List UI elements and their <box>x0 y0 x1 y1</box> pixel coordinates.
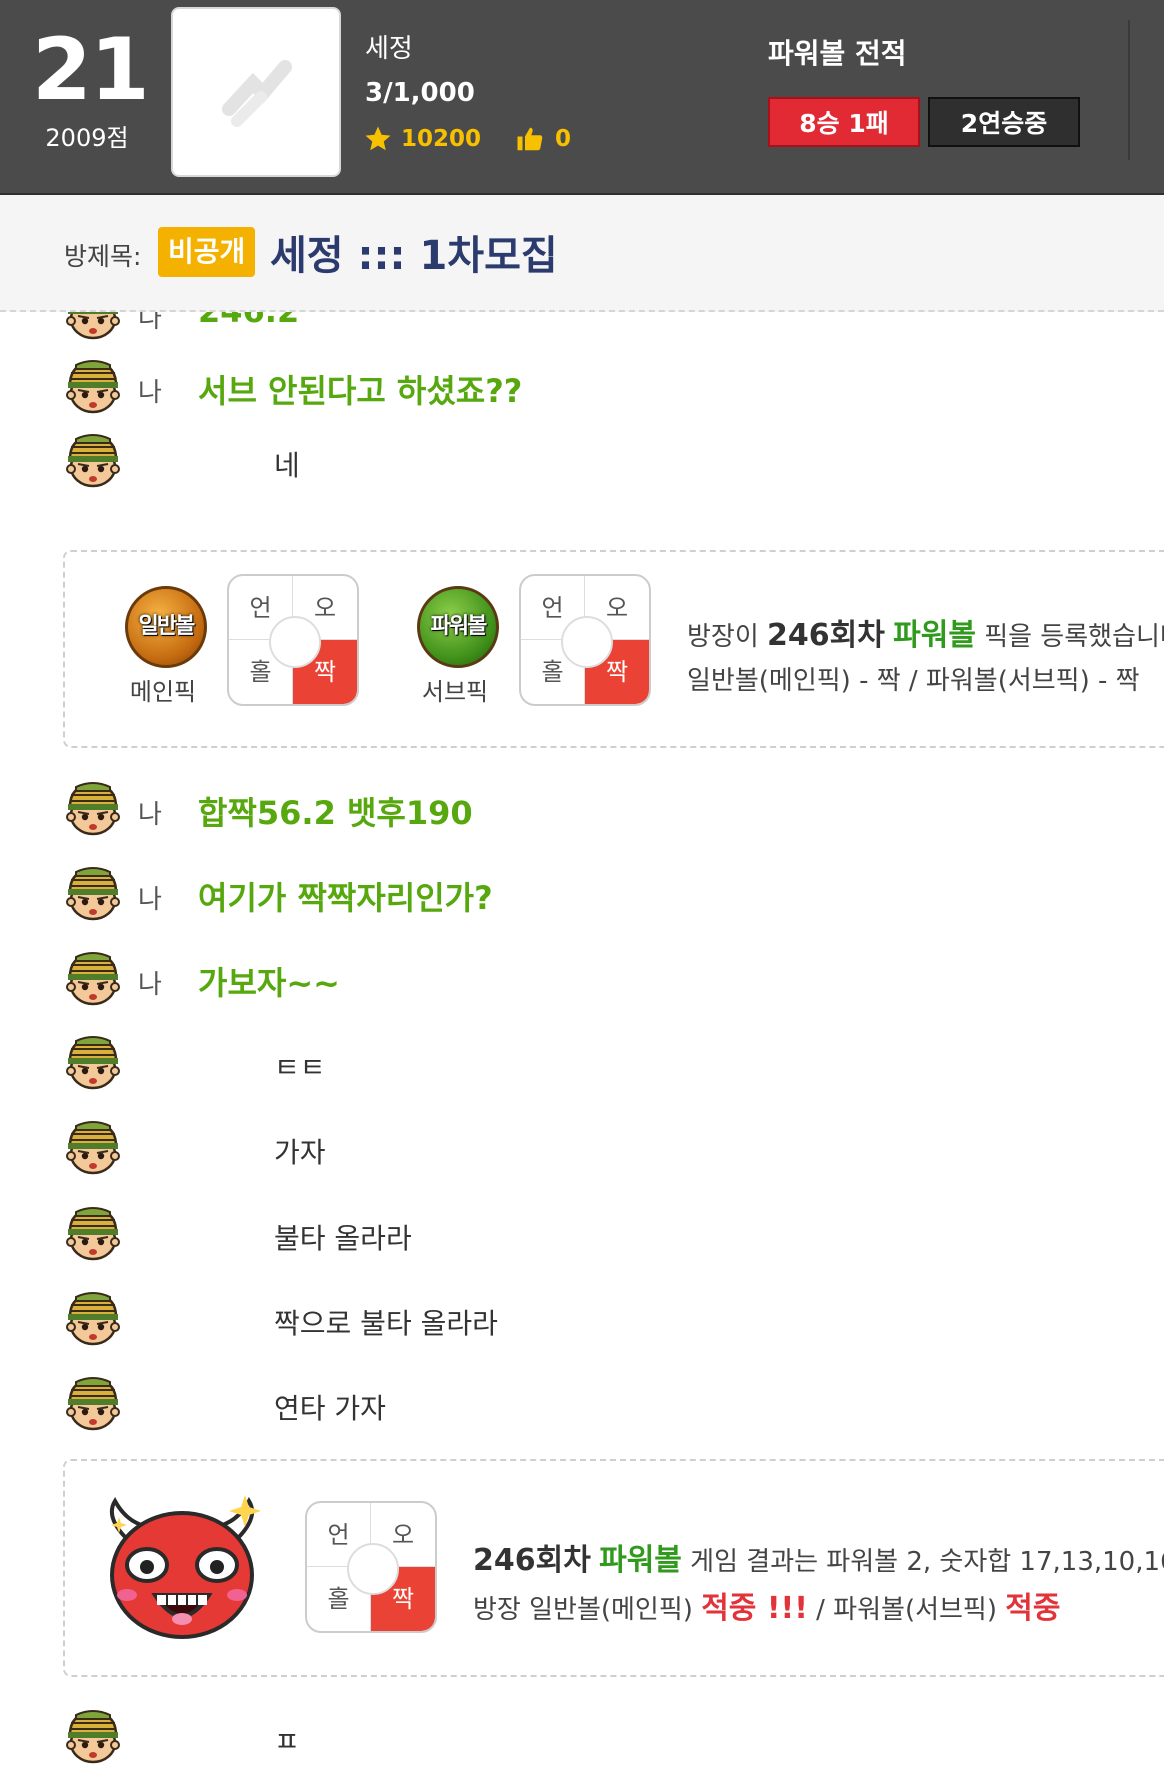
message-text: ㅍ <box>274 1725 300 1758</box>
room-title-label: 방제목: <box>64 242 142 271</box>
profile-header: 21 2009점 세정 3/1,000 10200 0 파워볼 전적 8승 1패… <box>0 0 1164 195</box>
message-text: 네 <box>274 449 300 482</box>
user-avatar-icon[interactable] <box>62 431 124 493</box>
star-count: 10200 <box>401 126 482 152</box>
message-text: ㅌㅌ <box>274 1051 326 1084</box>
normal-ball-icon: 일반볼 <box>125 586 207 668</box>
red-devil-emoticon-icon <box>110 1495 261 1639</box>
chat-message: ㅌㅌ <box>0 1028 1164 1098</box>
user-avatar-icon[interactable] <box>62 1204 124 1266</box>
chat-message: 짝으로 불타 올라라 <box>0 1284 1164 1354</box>
user-avatar-icon[interactable] <box>62 1707 124 1769</box>
chat-message: 나 서브 안된다고 하셨죠?? <box>0 352 1164 422</box>
room-title: 세정 ::: 1차모집 <box>270 233 558 279</box>
user-avatar-icon[interactable] <box>62 312 124 345</box>
user-avatar-icon[interactable] <box>62 357 124 419</box>
main-pick-grid: 언 오 홀 짝 <box>227 574 359 706</box>
chat-message: 나 여기가 짝짝자리인가? <box>0 859 1164 929</box>
member-count: 3/1,000 <box>365 78 475 108</box>
record-title: 파워볼 전적 <box>768 37 907 70</box>
chat-message: ㅍ <box>0 1702 1164 1772</box>
chat-message: 나 246.2 <box>0 312 1164 348</box>
sub-pick-grid: 언 오 홀 짝 <box>519 574 651 706</box>
divider <box>1128 20 1130 160</box>
sub-pick-label: 서브픽 <box>421 678 489 706</box>
message-text: 합짝56.2 뱃후190 <box>198 794 473 832</box>
rank-block: 21 2009점 <box>32 20 150 153</box>
message-text: 서브 안된다고 하셨죠?? <box>198 372 523 410</box>
streak-badge: 2연승중 <box>928 97 1080 147</box>
message-text: 가보자~~ <box>198 964 340 1002</box>
main-pick-label: 메인픽 <box>129 678 197 706</box>
chat-message: 네 <box>0 426 1164 496</box>
message-text: 불타 올라라 <box>274 1222 412 1255</box>
chat-message: 연타 가자 <box>0 1369 1164 1439</box>
sender-label: 나 <box>138 970 162 1000</box>
like-count: 0 <box>555 126 572 152</box>
private-badge: 비공개 <box>158 227 256 277</box>
user-avatar-icon[interactable] <box>62 779 124 841</box>
user-avatar-icon[interactable] <box>62 1118 124 1180</box>
pick-notice-line2: 일반볼(메인픽) - 짝 / 파워볼(서브픽) - 짝 <box>687 666 1140 696</box>
message-text: 가자 <box>274 1136 326 1169</box>
result-grid: 언 오 홀 짝 <box>305 1501 437 1633</box>
message-text: 246.2 <box>198 312 299 330</box>
chat-log[interactable]: 나 246.2 나 서브 안된다고 하셨죠?? 네 일반볼 메인픽 언 오 홀 … <box>0 312 1164 1774</box>
user-avatar-icon[interactable] <box>62 949 124 1011</box>
chat-message: 나 가보자~~ <box>0 944 1164 1014</box>
star-icon <box>365 126 391 151</box>
sender-label: 나 <box>138 800 162 830</box>
result-line1: 246회차 파워볼 게임 결과는 파워볼 2, 숫자합 17,13,10,16 <box>473 1543 1164 1578</box>
chat-message: 나 합짝56.2 뱃후190 <box>0 774 1164 844</box>
result-line2: 방장 일반볼(메인픽) 적중 !!! / 파워볼(서브픽) 적중 <box>473 1591 1061 1626</box>
owner-stats: 10200 0 <box>363 124 571 154</box>
user-avatar-icon[interactable] <box>62 1374 124 1436</box>
message-text: 짝으로 불타 올라라 <box>274 1307 498 1340</box>
grid-center <box>269 616 321 668</box>
win-loss-badge: 8승 1패 <box>768 97 920 147</box>
pick-notice-line1: 방장이 246회차 파워볼 픽을 등록했습니다. <box>687 618 1164 653</box>
power-ball-icon: 파워볼 <box>417 586 499 668</box>
game-result-notice: 언 오 홀 짝 246회차 파워볼 게임 결과는 파워볼 2, 숫자합 17,1… <box>63 1459 1164 1677</box>
chat-message: 가자 <box>0 1113 1164 1183</box>
message-text: 여기가 짝짝자리인가? <box>198 879 493 917</box>
user-avatar-icon[interactable] <box>62 864 124 926</box>
rank-points: 2009점 <box>45 124 129 152</box>
room-title-bar: 방제목: 비공개 세정 ::: 1차모집 <box>0 195 1164 312</box>
thumbs-up-icon <box>517 127 543 151</box>
rank-number: 21 <box>32 20 150 120</box>
sender-label: 나 <box>138 378 162 408</box>
pick-registered-notice: 일반볼 메인픽 언 오 홀 짝 파워볼 서브픽 언 오 홀 짝 방장이 246회… <box>63 550 1164 748</box>
broken-image-icon <box>222 60 292 127</box>
sender-label: 나 <box>138 885 162 915</box>
room-owner-nickname: 세정 <box>365 34 413 64</box>
chat-message: 불타 올라라 <box>0 1199 1164 1269</box>
user-avatar-icon[interactable] <box>62 1289 124 1351</box>
user-avatar-icon[interactable] <box>62 1033 124 1095</box>
grid-center <box>347 1543 399 1595</box>
sender-label: 나 <box>138 312 162 334</box>
message-text: 연타 가자 <box>274 1392 386 1425</box>
grid-center <box>561 616 613 668</box>
profile-photo[interactable] <box>171 7 341 177</box>
